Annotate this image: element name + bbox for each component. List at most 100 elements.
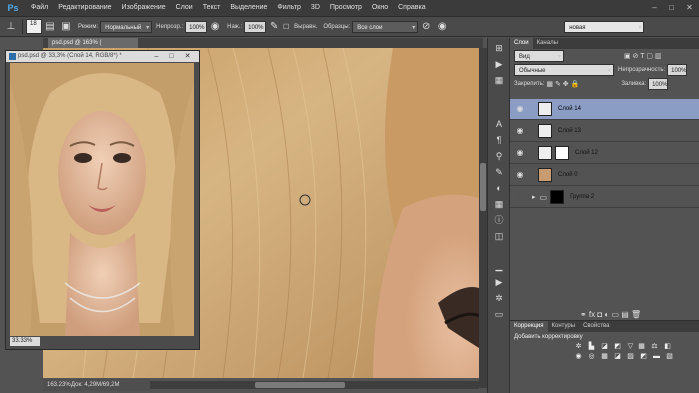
notes-icon[interactable]: ▭ <box>488 306 510 322</box>
eye-icon[interactable]: ◉ <box>514 169 526 181</box>
menu-view[interactable]: Просмотр <box>325 0 367 16</box>
layer-name[interactable]: Группа 2 <box>570 194 594 200</box>
info-icon[interactable]: ⓘ <box>488 212 510 228</box>
layer-row[interactable]: ◉ Слой 13 <box>510 121 699 142</box>
brush-panel-icon[interactable]: ✎ <box>488 164 510 180</box>
tab-channels[interactable]: Каналы <box>533 38 562 49</box>
curves-icon[interactable]: ◪ <box>598 342 611 352</box>
timeline-icon[interactable]: ▶ <box>488 274 510 290</box>
menu-filter[interactable]: Фильтр <box>272 0 306 16</box>
hue-saturation-icon[interactable]: ▦ <box>635 342 648 352</box>
gradient-map-icon[interactable]: ▬ <box>650 352 663 362</box>
layer-row[interactable]: ◉ Слой 12 <box>510 143 699 164</box>
minimize-icon[interactable]: – <box>649 2 660 13</box>
posterize-icon[interactable]: ▨ <box>624 352 637 362</box>
menu-select[interactable]: Выделение <box>225 0 272 16</box>
menu-edit[interactable]: Редактирование <box>53 0 116 16</box>
workspace-select[interactable]: новая <box>564 20 645 34</box>
layer-name[interactable]: Слой 14 <box>558 106 581 112</box>
floating-zoom-readout[interactable]: 33.33% <box>10 337 40 346</box>
layer-opacity-field[interactable]: 100% <box>667 64 688 76</box>
threshold-icon[interactable]: ◩ <box>637 352 650 362</box>
character-icon[interactable]: A <box>488 116 510 132</box>
layer-name[interactable]: Слой 0 <box>558 172 578 178</box>
maximize-icon[interactable]: □ <box>166 52 177 61</box>
layer-row[interactable]: ◉ ▸ ▭ Группа 2 <box>510 187 699 208</box>
align-checkbox[interactable]: ☐ <box>282 19 290 35</box>
menu-image[interactable]: Изображение <box>117 0 171 16</box>
sample-select[interactable]: Все слои <box>352 20 419 34</box>
levels-icon[interactable]: ▙ <box>585 342 598 352</box>
close-icon[interactable]: ✕ <box>182 52 193 61</box>
menu-window[interactable]: Окно <box>367 0 393 16</box>
brush-preset-icon[interactable]: ▦ <box>488 72 510 88</box>
navigator-icon[interactable]: ◫ <box>488 228 510 244</box>
actions-icon[interactable]: ▶ <box>488 56 510 72</box>
pressure-opacity-icon[interactable]: ◉ <box>207 19 223 35</box>
vertical-scroll-thumb[interactable] <box>480 163 486 211</box>
layer-row[interactable]: ◉ Слой 14 <box>510 99 699 120</box>
history-icon[interactable]: ⊞ <box>488 40 510 56</box>
lock-icons[interactable]: ▦ ✎ ✥ 🔒 <box>546 80 579 88</box>
pressure-field[interactable]: 100% <box>244 20 267 33</box>
vertical-scrollbar[interactable] <box>479 48 487 388</box>
eye-hidden-icon[interactable]: ◉ <box>514 191 526 203</box>
floating-document-window[interactable]: psd.psd @ 33,3% (Слой 14, RGB/8*) * – □ … <box>5 50 200 350</box>
airbrush-icon[interactable]: ✎ <box>266 19 282 35</box>
clone-source-icon[interactable]: ▣ <box>58 19 74 35</box>
brightness-icon[interactable]: ✲ <box>572 342 585 352</box>
layer-row[interactable]: ◉ Слой 0 <box>510 165 699 186</box>
channel-mixer-icon[interactable]: ◎ <box>585 352 598 362</box>
filter-icons[interactable]: ▣ ⊘ T ▢ ▥ <box>624 52 662 60</box>
histogram-icon[interactable]: ▁ <box>488 258 510 274</box>
tab-adjustments[interactable]: Коррекция <box>510 321 548 332</box>
minimize-icon[interactable]: – <box>151 52 162 61</box>
maximize-icon[interactable]: □ <box>666 2 677 13</box>
layer-name[interactable]: Слой 13 <box>558 128 581 134</box>
menu-layers[interactable]: Слои <box>171 0 198 16</box>
menu-file[interactable]: Файл <box>26 0 53 16</box>
tab-paths[interactable]: Контуры <box>548 321 580 332</box>
menu-text[interactable]: Текст <box>198 0 226 16</box>
document-tab[interactable]: psd.psd @ 163% ( <box>48 38 138 48</box>
horizontal-scroll-thumb[interactable] <box>255 382 345 388</box>
menu-3d[interactable]: 3D <box>306 0 325 16</box>
brush-panel-icon[interactable]: ▤ <box>42 19 58 35</box>
layer-filter-select[interactable]: Вид <box>514 50 564 63</box>
mode-select[interactable]: Нормальный <box>100 20 153 34</box>
color-icon[interactable]: ◐ <box>488 180 510 196</box>
layer-name[interactable]: Слой 12 <box>575 150 598 156</box>
close-icon[interactable]: ✕ <box>684 2 695 13</box>
layer-mask-thumbnail[interactable] <box>555 146 569 160</box>
doc-size-info[interactable]: Док: 4,29M/69,2M <box>71 382 119 388</box>
invert-icon[interactable]: ◪ <box>611 352 624 362</box>
brush-size-field[interactable]: 18 <box>26 19 42 34</box>
fill-field[interactable]: 100% <box>648 78 669 90</box>
paragraph-icon[interactable]: ¶ <box>488 132 510 148</box>
eye-icon[interactable]: ◉ <box>514 103 526 115</box>
photo-filter-icon[interactable]: ◉ <box>572 352 585 362</box>
selective-color-icon[interactable]: ▧ <box>663 352 676 362</box>
pressure-size-icon[interactable]: ◉ <box>434 19 450 35</box>
tab-properties[interactable]: Свойства <box>579 321 613 332</box>
opacity-field[interactable]: 100% <box>185 20 208 33</box>
zoom-readout[interactable]: 163.23% <box>47 382 71 388</box>
eye-icon[interactable]: ◉ <box>514 147 526 159</box>
stamp-tool-icon[interactable]: ⊥ <box>3 19 19 35</box>
layers-footer-icons[interactable]: ⚭ fx ◘ ◐ ▭ ▤ 🗑 <box>580 310 641 319</box>
color-lookup-icon[interactable]: ▦ <box>598 352 611 362</box>
eye-icon[interactable]: ◉ <box>514 125 526 137</box>
black-white-icon[interactable]: ◧ <box>661 342 674 352</box>
horizontal-scrollbar[interactable] <box>150 381 479 389</box>
exposure-icon[interactable]: ◩ <box>611 342 624 352</box>
swatches-icon[interactable]: ▦ <box>488 196 510 212</box>
clone-source-panel-icon[interactable]: ⚲ <box>488 148 510 164</box>
menu-help[interactable]: Справка <box>393 0 430 16</box>
group-mask-thumbnail[interactable] <box>550 190 565 204</box>
color-balance-icon[interactable]: ⚖ <box>648 342 661 352</box>
blend-mode-select[interactable]: Обычные <box>514 64 614 77</box>
expand-arrow-icon[interactable]: ▸ <box>532 193 536 201</box>
ignore-adjustment-icon[interactable]: ⊘ <box>418 19 434 35</box>
styles-icon[interactable]: ✲ <box>488 290 510 306</box>
tab-layers[interactable]: Слои <box>510 38 533 49</box>
